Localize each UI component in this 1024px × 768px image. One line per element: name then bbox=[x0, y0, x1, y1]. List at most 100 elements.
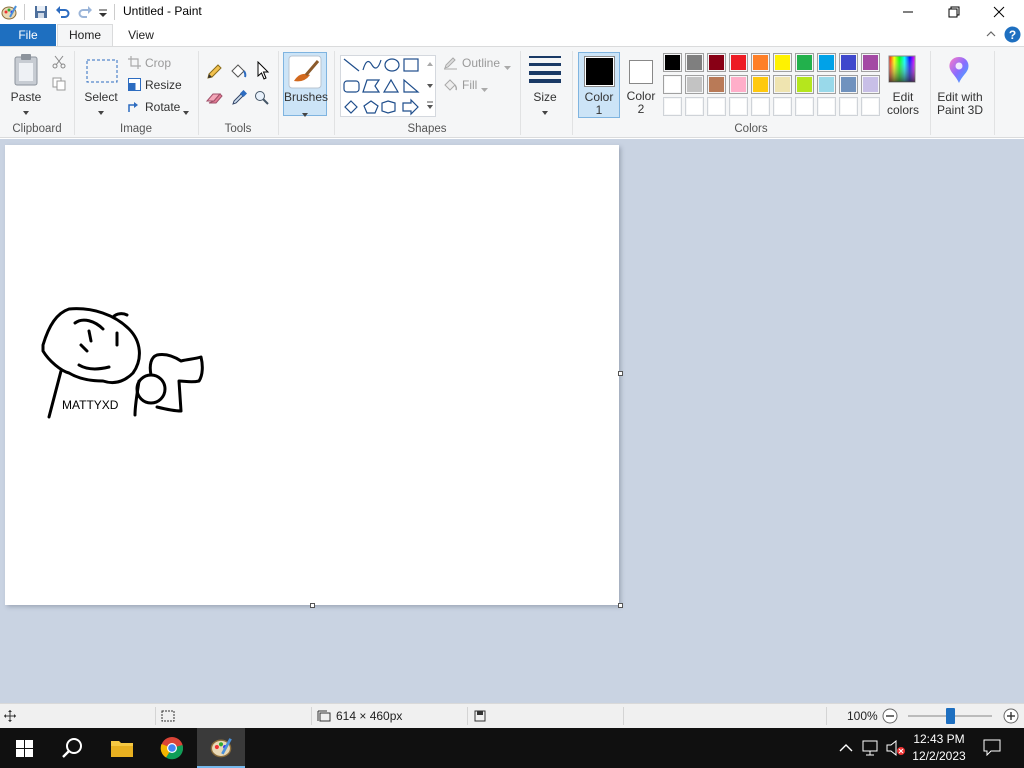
magnifier-icon[interactable] bbox=[254, 90, 270, 109]
minimize-button[interactable] bbox=[885, 0, 931, 24]
color-picker-icon[interactable] bbox=[231, 89, 248, 109]
custom-color-slot[interactable] bbox=[729, 97, 748, 116]
palette-color-swatch[interactable] bbox=[751, 75, 770, 94]
chevron-down-icon[interactable] bbox=[504, 60, 511, 74]
palette-color-swatch[interactable] bbox=[795, 75, 814, 94]
chevron-down-icon[interactable] bbox=[541, 105, 549, 119]
pencil-icon[interactable] bbox=[206, 64, 222, 83]
chrome-button[interactable] bbox=[148, 728, 196, 768]
file-explorer-button[interactable] bbox=[98, 728, 146, 768]
color1-button[interactable]: Color 1 bbox=[578, 52, 620, 118]
size-icon[interactable] bbox=[529, 55, 561, 86]
restore-button[interactable] bbox=[931, 0, 977, 24]
custom-color-slot[interactable] bbox=[751, 97, 770, 116]
resize-icon[interactable] bbox=[128, 78, 141, 94]
fill-button[interactable]: Fill bbox=[462, 78, 477, 92]
custom-color-slot[interactable] bbox=[861, 97, 880, 116]
save-icon[interactable] bbox=[33, 4, 49, 20]
hexagon-shape-icon bbox=[381, 100, 396, 114]
custom-color-slot[interactable] bbox=[663, 97, 682, 116]
paint3d-icon[interactable] bbox=[944, 55, 974, 88]
network-icon[interactable] bbox=[862, 740, 880, 759]
palette-color-swatch[interactable] bbox=[861, 53, 880, 72]
outline-button[interactable]: Outline bbox=[462, 56, 500, 70]
palette-color-swatch[interactable] bbox=[817, 75, 836, 94]
custom-color-slot[interactable] bbox=[685, 97, 704, 116]
copy-icon[interactable] bbox=[52, 77, 66, 94]
size-button[interactable]: Size bbox=[526, 91, 564, 104]
rotate-icon[interactable] bbox=[128, 100, 141, 116]
custom-color-slot[interactable] bbox=[773, 97, 792, 116]
select-icon[interactable] bbox=[86, 59, 118, 88]
paint-taskbar-button[interactable] bbox=[197, 728, 245, 768]
palette-color-swatch[interactable] bbox=[861, 75, 880, 94]
color2-button[interactable]: Color 2 bbox=[621, 52, 661, 118]
undo-icon[interactable] bbox=[55, 4, 71, 20]
minimize-ribbon-icon[interactable] bbox=[985, 28, 997, 43]
cut-icon[interactable] bbox=[52, 55, 66, 72]
eraser-icon[interactable] bbox=[205, 91, 223, 108]
tab-file[interactable]: File bbox=[0, 24, 56, 46]
rotate-button[interactable]: Rotate bbox=[145, 100, 180, 114]
start-button[interactable] bbox=[0, 728, 48, 768]
resize-handle-right[interactable] bbox=[618, 371, 623, 376]
custom-color-slot[interactable] bbox=[707, 97, 726, 116]
notifications-icon[interactable] bbox=[983, 739, 1001, 759]
chevron-down-icon[interactable] bbox=[97, 105, 105, 119]
palette-color-swatch[interactable] bbox=[773, 53, 792, 72]
separator bbox=[24, 4, 25, 20]
resize-handle-bottom[interactable] bbox=[310, 603, 315, 608]
volume-muted-icon[interactable] bbox=[886, 739, 906, 759]
customize-toolbar-icon[interactable] bbox=[97, 4, 109, 20]
search-button[interactable] bbox=[48, 728, 96, 768]
palette-color-swatch[interactable] bbox=[729, 53, 748, 72]
crop-icon[interactable] bbox=[128, 56, 141, 72]
palette-color-swatch[interactable] bbox=[685, 75, 704, 94]
fill-bucket-icon[interactable] bbox=[229, 63, 247, 83]
custom-color-slot[interactable] bbox=[817, 97, 836, 116]
paste-button[interactable]: Paste bbox=[6, 91, 46, 104]
paint3d-label-line2[interactable]: Paint 3D bbox=[932, 104, 988, 117]
palette-color-swatch[interactable] bbox=[795, 53, 814, 72]
tab-home[interactable]: Home bbox=[57, 24, 113, 47]
zoom-in-button[interactable] bbox=[1003, 708, 1019, 727]
zoom-slider-thumb[interactable] bbox=[946, 708, 955, 724]
palette-color-swatch[interactable] bbox=[663, 53, 682, 72]
palette-color-swatch[interactable] bbox=[773, 75, 792, 94]
resize-handle-corner[interactable] bbox=[618, 603, 623, 608]
fill-icon[interactable] bbox=[443, 78, 458, 95]
paste-icon[interactable] bbox=[12, 53, 42, 90]
redo-icon[interactable] bbox=[77, 4, 93, 20]
edit-colors-label-line2[interactable]: colors bbox=[880, 104, 926, 117]
resize-button[interactable]: Resize bbox=[145, 78, 182, 92]
outline-icon[interactable] bbox=[443, 56, 458, 73]
system-clock[interactable]: 12:43 PM 12/2/2023 bbox=[905, 731, 973, 765]
edit-colors-icon[interactable] bbox=[888, 55, 916, 86]
custom-color-slot[interactable] bbox=[839, 97, 858, 116]
zoom-out-button[interactable] bbox=[882, 708, 898, 727]
tab-view[interactable]: View bbox=[116, 24, 166, 46]
palette-color-swatch[interactable] bbox=[751, 53, 770, 72]
chevron-down-icon[interactable] bbox=[481, 82, 488, 96]
custom-color-slot[interactable] bbox=[795, 97, 814, 116]
paint-app-icon[interactable] bbox=[1, 4, 17, 20]
palette-color-swatch[interactable] bbox=[707, 53, 726, 72]
brushes-button[interactable]: Brushes bbox=[283, 52, 328, 117]
palette-color-swatch[interactable] bbox=[685, 53, 704, 72]
palette-color-swatch[interactable] bbox=[817, 53, 836, 72]
chevron-down-icon[interactable] bbox=[22, 105, 30, 119]
drawing-canvas[interactable]: MATTYXD bbox=[5, 145, 619, 605]
crop-button[interactable]: Crop bbox=[145, 56, 171, 70]
palette-color-swatch[interactable] bbox=[839, 53, 858, 72]
close-button[interactable] bbox=[976, 0, 1022, 24]
shapes-gallery[interactable] bbox=[340, 55, 436, 117]
chevron-down-icon[interactable] bbox=[182, 105, 190, 119]
help-icon[interactable]: ? bbox=[1004, 26, 1021, 46]
palette-color-swatch[interactable] bbox=[707, 75, 726, 94]
select-button[interactable]: Select bbox=[80, 91, 122, 104]
show-hidden-icons[interactable] bbox=[839, 742, 853, 756]
palette-color-swatch[interactable] bbox=[729, 75, 748, 94]
palette-color-swatch[interactable] bbox=[839, 75, 858, 94]
text-tool-icon[interactable] bbox=[256, 60, 272, 84]
palette-color-swatch[interactable] bbox=[663, 75, 682, 94]
